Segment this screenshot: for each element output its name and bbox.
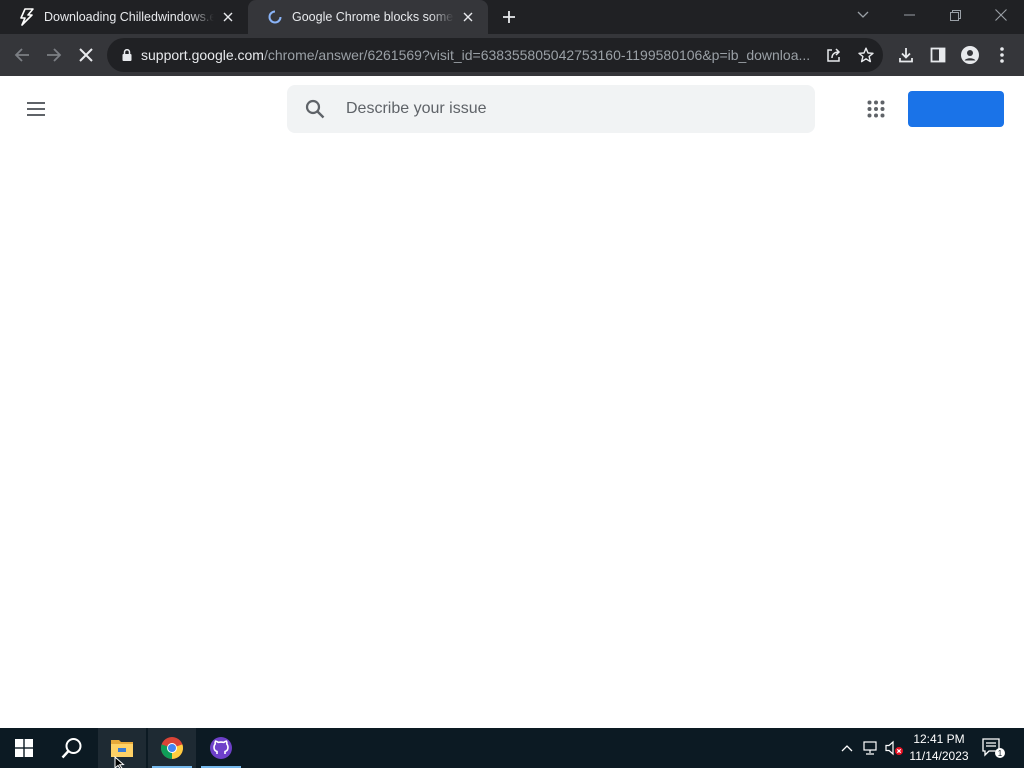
start-button[interactable]	[0, 728, 48, 768]
loading-spinner-icon	[266, 8, 284, 26]
restore-button[interactable]	[932, 0, 978, 30]
search-input[interactable]	[344, 99, 788, 119]
close-icon[interactable]	[218, 7, 238, 27]
url-path: /chrome/answer/6261569?visit_id=63835580…	[263, 47, 811, 63]
volume-muted-icon[interactable]	[884, 728, 906, 768]
tab-chrome-blocks-downloads[interactable]: Google Chrome blocks some downloads	[248, 0, 488, 34]
page-content	[0, 76, 1024, 728]
chevron-up-icon[interactable]	[838, 728, 856, 768]
search-taskbar-button[interactable]	[48, 728, 96, 768]
tab-search-button[interactable]	[840, 0, 886, 30]
hamburger-menu-icon[interactable]	[20, 93, 52, 125]
download-icon[interactable]	[890, 39, 922, 71]
sign-in-button[interactable]	[908, 91, 1004, 127]
github-desktop-icon[interactable]	[197, 728, 245, 768]
search-icon[interactable]	[303, 97, 327, 121]
notification-center-icon[interactable]: 1	[978, 728, 1008, 768]
google-apps-icon[interactable]	[860, 93, 892, 125]
tab-strip: Downloading Chilledwindows.exe Google Ch…	[0, 0, 1024, 34]
url-text[interactable]: support.google.com/chrome/answer/6261569…	[141, 47, 813, 63]
minimize-button[interactable]	[886, 0, 932, 30]
system-clock[interactable]: 12:41 PM 11/14/2023	[906, 728, 972, 768]
close-icon[interactable]	[458, 7, 478, 27]
share-icon[interactable]	[818, 39, 850, 71]
chrome-taskbar-icon[interactable]	[148, 728, 196, 768]
stop-loading-button[interactable]	[70, 39, 102, 71]
profile-icon[interactable]	[954, 39, 986, 71]
notification-count: 1	[998, 749, 1003, 758]
bookmark-star-icon[interactable]	[850, 39, 882, 71]
back-button[interactable]	[6, 39, 38, 71]
lightning-icon	[18, 8, 36, 26]
more-vert-icon[interactable]	[986, 39, 1018, 71]
network-icon[interactable]	[860, 728, 882, 768]
clock-date: 11/14/2023	[909, 749, 969, 763]
url-host: support.google.com	[141, 47, 264, 63]
search-bar[interactable]	[287, 85, 815, 133]
new-tab-button[interactable]	[497, 5, 521, 29]
side-panel-icon[interactable]	[922, 39, 954, 71]
windows-taskbar: 12:41 PM 11/14/2023 1	[0, 728, 1024, 768]
forward-button[interactable]	[38, 39, 70, 71]
address-bar[interactable]: support.google.com/chrome/answer/6261569…	[107, 38, 883, 72]
close-window-button[interactable]	[978, 0, 1024, 30]
tab-downloading[interactable]: Downloading Chilledwindows.exe	[0, 0, 248, 34]
lock-icon[interactable]	[117, 45, 137, 65]
clock-time: 12:41 PM	[913, 732, 965, 746]
tab-title: Google Chrome blocks some downloads	[292, 10, 454, 24]
browser-toolbar: support.google.com/chrome/answer/6261569…	[0, 34, 1024, 76]
tab-title: Downloading Chilledwindows.exe	[44, 10, 214, 24]
